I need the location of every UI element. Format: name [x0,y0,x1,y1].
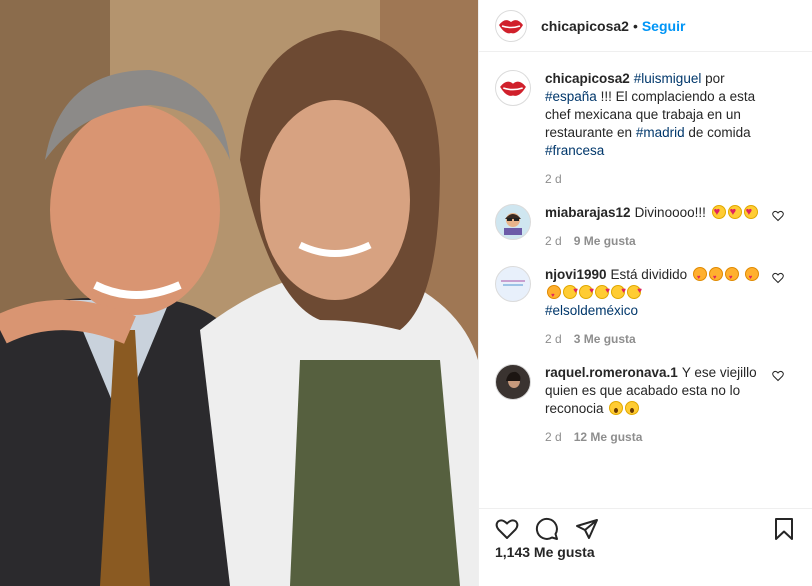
astonished-emoji-icon [609,401,624,415]
avatar[interactable] [495,9,527,42]
avatar[interactable] [495,204,531,240]
kiss-emoji-icon [611,282,626,300]
lips-logo-icon [500,81,526,96]
hashtag-link[interactable]: #elsoldeméxico [545,303,638,318]
avatar[interactable] [495,364,531,400]
comment-likes[interactable]: 9 Me gusta [574,232,636,250]
hot-face-emoji-icon [547,285,561,305]
comment-body: raquel.romeronava.1 Y ese viejillo quien … [545,364,796,446]
hashtag-link[interactable]: #luismiguel [634,71,702,86]
comment-time[interactable]: 2 d [545,330,562,348]
post-header: chicapicosa2 • Seguir [479,0,812,52]
bookmark-icon [775,517,793,540]
action-bar [479,508,812,542]
user-avatar-image [504,213,522,235]
share-icon [576,518,598,539]
heart-eyes-emoji-icon [727,203,742,221]
heart-icon[interactable] [772,272,784,284]
comment-body: njovi1990Está dividido #elsoldeméxico 2 … [545,266,796,348]
comment-icon [535,517,558,540]
heart-eyes-emoji-icon [743,203,758,221]
hot-face-emoji-icon [692,267,707,287]
kiss-emoji-icon [627,282,642,300]
save-button[interactable] [772,517,796,541]
comment-meta: 2 d 12 Me gusta [545,428,772,446]
hot-face-emoji-icon [744,267,759,287]
heart-icon[interactable] [772,210,784,222]
user-avatar-image [501,280,525,286]
caption-time[interactable]: 2 d [545,170,562,188]
comment-username[interactable]: njovi1990 [545,267,607,282]
hot-face-emoji-icon [724,267,739,287]
comment-username[interactable]: raquel.romeronava.1 [545,365,678,380]
comment-likes[interactable]: 3 Me gusta [574,330,636,348]
comments-list[interactable]: chicapicosa2 #luismiguel por #españa !!! … [479,70,812,500]
comment-row: njovi1990Está dividido #elsoldeméxico 2 … [479,266,812,348]
caption-body: chicapicosa2 #luismiguel por #españa !!! … [545,70,796,188]
comment-body: miabarajas12Divinoooo!!! 2 d 9 Me gusta [545,203,796,250]
heart-icon[interactable] [772,370,784,382]
caption-text: por [701,71,725,86]
heart-eyes-emoji-icon [711,203,726,221]
comment-meta: 2 d 3 Me gusta [545,330,772,348]
avatar[interactable] [495,70,531,106]
separator-dot: • [632,17,638,34]
follow-button[interactable]: Seguir [642,18,686,34]
photo-illustration [0,0,478,586]
like-button[interactable] [495,517,519,541]
kiss-emoji-icon [579,282,594,300]
likes-count[interactable]: 1,143 Me gusta [495,544,595,560]
post-sidebar: chicapicosa2 • Seguir chicapicosa2 #luism… [478,0,812,586]
comment-text: Está dividido [610,267,688,282]
share-button[interactable] [575,517,599,541]
instagram-post: chicapicosa2 • Seguir chicapicosa2 #luism… [0,0,812,586]
lips-logo-icon [499,19,523,33]
caption-username[interactable]: chicapicosa2 [545,71,630,86]
comment-row: miabarajas12Divinoooo!!! 2 d 9 Me gusta [479,203,812,250]
comment-row: raquel.romeronava.1 Y ese viejillo quien … [479,364,812,446]
comment-button[interactable] [535,517,559,541]
kiss-emoji-icon [595,282,610,300]
kiss-emoji-icon [563,282,578,300]
caption: chicapicosa2 #luismiguel por #españa !!! … [479,70,812,188]
comment-likes[interactable]: 12 Me gusta [574,428,643,446]
heart-icon [495,518,519,539]
comment-meta: 2 d 9 Me gusta [545,232,772,250]
comment-text: Divinoooo!!! [634,205,706,220]
comment-time[interactable]: 2 d [545,232,562,250]
hashtag-link[interactable]: #madrid [636,125,685,140]
comment-username[interactable]: miabarajas12 [545,205,631,220]
astonished-emoji-icon [625,401,640,415]
user-avatar-image [506,371,521,388]
hot-face-emoji-icon [708,267,723,287]
header-username[interactable]: chicapicosa2 [541,18,629,34]
hashtag-link[interactable]: #francesa [545,143,604,158]
post-photo[interactable] [0,0,478,586]
avatar[interactable] [495,266,531,302]
comment-time[interactable]: 2 d [545,428,562,446]
caption-text: de comida [684,125,751,140]
hashtag-link[interactable]: #españa [545,89,597,104]
caption-meta: 2 d [545,170,772,188]
